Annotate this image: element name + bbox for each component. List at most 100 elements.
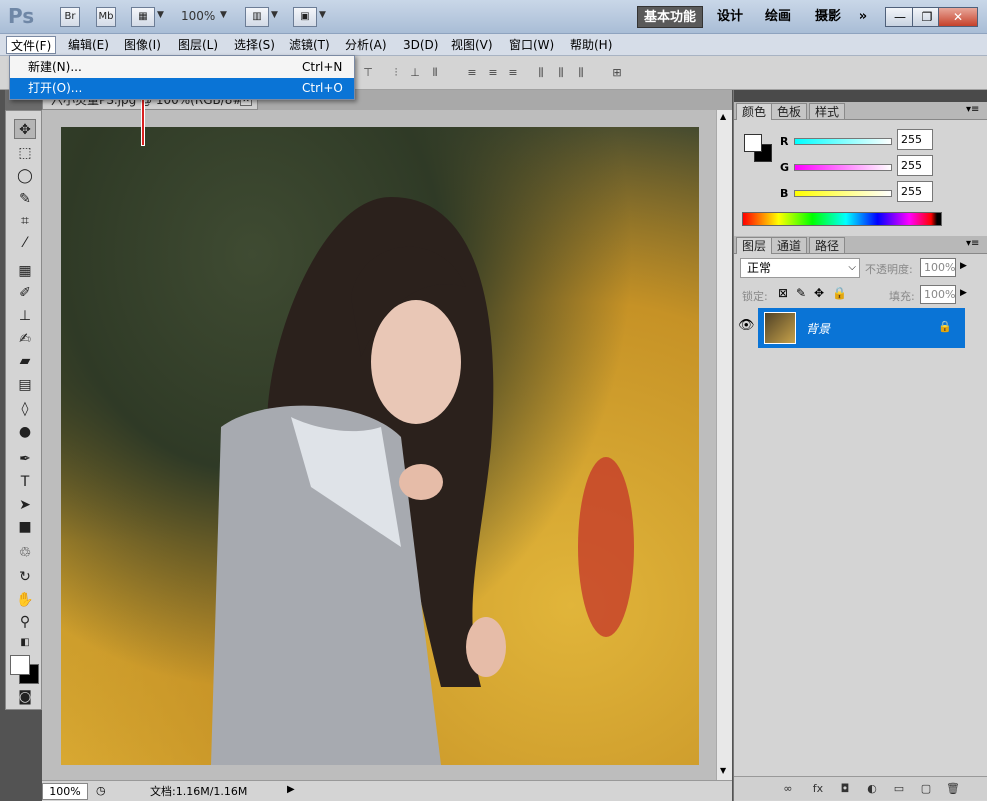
align-vcenter-icon[interactable]: ⫶: [388, 65, 404, 81]
extras-caret-icon[interactable]: ▼: [157, 10, 164, 20]
lock-position-icon[interactable]: ✥: [814, 286, 824, 300]
distribute-top-icon[interactable]: ≡: [464, 65, 480, 81]
3d-rotate-tool-icon[interactable]: ♲: [14, 543, 36, 563]
scroll-up-icon[interactable]: ▲: [720, 112, 726, 121]
blend-mode-select[interactable]: 正常 ⌵: [740, 258, 860, 278]
menu-image[interactable]: 图像(I): [120, 36, 165, 54]
channel-r-value[interactable]: 255: [897, 129, 933, 150]
lock-transparent-icon[interactable]: ⊠: [778, 286, 788, 300]
distribute-vcenter-icon[interactable]: ≡: [485, 65, 501, 81]
mini-bridge-button[interactable]: Mb: [96, 7, 116, 27]
lock-all-icon[interactable]: 🔒: [832, 286, 847, 300]
status-zoom-field[interactable]: 100%: [42, 783, 88, 800]
clone-stamp-tool-icon[interactable]: ⊥: [14, 306, 36, 326]
eraser-tool-icon[interactable]: ▰: [14, 351, 36, 371]
quick-select-tool-icon[interactable]: ✎: [14, 189, 36, 209]
blur-tool-icon[interactable]: ◊: [14, 399, 36, 419]
fill-arrow-icon[interactable]: ▶: [960, 288, 967, 298]
adjustment-layer-icon[interactable]: ◐: [864, 781, 880, 797]
screen-mode-caret-icon[interactable]: ▼: [319, 10, 326, 20]
shape-tool-icon[interactable]: ■: [14, 517, 36, 537]
default-colors-icon[interactable]: ◧: [14, 633, 36, 653]
minimize-button[interactable]: —: [885, 7, 915, 27]
marquee-tool-icon[interactable]: ⬚: [14, 143, 36, 163]
menu-window[interactable]: 窗口(W): [505, 36, 558, 54]
extras-icon[interactable]: ▦: [131, 7, 155, 27]
eyedropper-tool-icon[interactable]: ⁄: [14, 233, 36, 253]
dodge-tool-icon[interactable]: ●: [14, 422, 36, 442]
menu-analysis[interactable]: 分析(A): [341, 36, 391, 54]
color-spectrum-bar[interactable]: [742, 212, 942, 226]
status-menu-arrow-icon[interactable]: ▶: [287, 784, 295, 795]
menu-3d[interactable]: 3D(D): [399, 36, 442, 54]
healing-tool-icon[interactable]: ▦: [14, 261, 36, 281]
close-button[interactable]: ✕: [938, 7, 978, 27]
menu-view[interactable]: 视图(V): [447, 36, 497, 54]
workspace-design[interactable]: 设计: [712, 6, 748, 28]
screen-mode-icon[interactable]: ▣: [293, 7, 317, 27]
type-tool-icon[interactable]: T: [14, 472, 36, 492]
path-select-tool-icon[interactable]: ➤: [14, 495, 36, 515]
vertical-scrollbar[interactable]: ▲ ▼: [716, 110, 732, 780]
3d-orbit-tool-icon[interactable]: ↻: [14, 567, 36, 587]
brush-tool-icon[interactable]: ✐: [14, 283, 36, 303]
distribute-right-icon[interactable]: ⫼: [573, 65, 589, 81]
color-panel-foreground[interactable]: [744, 134, 762, 152]
menu-layer[interactable]: 图层(L): [174, 36, 222, 54]
menu-filter[interactable]: 滤镜(T): [285, 36, 334, 54]
canvas-area[interactable]: [42, 110, 732, 780]
layer-row-background[interactable]: 背景 🔒: [758, 308, 965, 348]
channel-r-slider[interactable]: [794, 138, 892, 145]
align-bottom-icon[interactable]: ⊥: [407, 65, 423, 81]
new-group-icon[interactable]: ▭: [891, 781, 907, 797]
menu-edit[interactable]: 编辑(E): [64, 36, 113, 54]
zoom-caret-icon[interactable]: ▼: [220, 10, 227, 20]
tab-channels[interactable]: 通道: [771, 237, 808, 254]
layer-visibility-eye-icon[interactable]: 👁: [738, 318, 755, 333]
tab-paths[interactable]: 路径: [809, 237, 846, 254]
fill-field[interactable]: 100%: [920, 285, 956, 304]
foreground-color-swatch[interactable]: [10, 655, 30, 675]
tab-layers[interactable]: 图层: [736, 237, 773, 254]
scroll-down-icon[interactable]: ▼: [720, 766, 726, 775]
opacity-arrow-icon[interactable]: ▶: [960, 261, 967, 271]
menu-select[interactable]: 选择(S): [230, 36, 279, 54]
channel-g-value[interactable]: 255: [897, 155, 933, 176]
status-info-icon[interactable]: ◷: [96, 784, 106, 797]
align-right-icon[interactable]: ⫴: [427, 65, 443, 81]
tab-swatches[interactable]: 色板: [771, 103, 808, 120]
workspace-painting[interactable]: 绘画: [758, 6, 798, 28]
tab-color[interactable]: 颜色: [736, 103, 773, 120]
channel-b-value[interactable]: 255: [897, 181, 933, 202]
zoom-tool-icon[interactable]: ⚲: [14, 612, 36, 632]
layers-panel-menu-icon[interactable]: ▾≡: [966, 238, 979, 249]
zoom-level[interactable]: 100%: [181, 9, 215, 23]
opacity-field[interactable]: 100%: [920, 258, 956, 277]
color-panel-menu-icon[interactable]: ▾≡: [966, 104, 979, 115]
history-brush-tool-icon[interactable]: ✍: [14, 329, 36, 349]
arrange-caret-icon[interactable]: ▼: [271, 10, 278, 20]
gradient-tool-icon[interactable]: ▤: [14, 375, 36, 395]
move-tool-icon[interactable]: ✥: [14, 119, 36, 139]
more-workspaces-icon[interactable]: »: [852, 6, 874, 28]
distribute-hcenter-icon[interactable]: ⫼: [553, 65, 569, 81]
align-top-icon[interactable]: ⊤: [360, 65, 376, 81]
menu-help[interactable]: 帮助(H): [566, 36, 616, 54]
channel-g-slider[interactable]: [794, 164, 892, 171]
link-layers-icon[interactable]: ∞: [780, 781, 796, 797]
layer-mask-icon[interactable]: ◘: [837, 781, 853, 797]
menu-item-open[interactable]: 打开(O)... Ctrl+O: [10, 78, 354, 99]
auto-align-icon[interactable]: ⊞: [609, 65, 625, 81]
workspace-essentials[interactable]: 基本功能: [637, 6, 703, 28]
tab-styles[interactable]: 样式: [809, 103, 846, 120]
lock-image-icon[interactable]: ✎: [796, 286, 806, 300]
quick-mask-icon[interactable]: ◙: [14, 687, 36, 707]
new-layer-icon[interactable]: ▢: [918, 781, 934, 797]
channel-b-slider[interactable]: [794, 190, 892, 197]
menu-item-new[interactable]: 新建(N)... Ctrl+N: [10, 57, 354, 78]
lasso-tool-icon[interactable]: ◯: [14, 166, 36, 186]
delete-layer-icon[interactable]: 🗑: [945, 781, 961, 797]
crop-tool-icon[interactable]: ⌗: [14, 211, 36, 231]
distribute-bottom-icon[interactable]: ≡: [505, 65, 521, 81]
layer-name[interactable]: 背景: [806, 320, 830, 337]
